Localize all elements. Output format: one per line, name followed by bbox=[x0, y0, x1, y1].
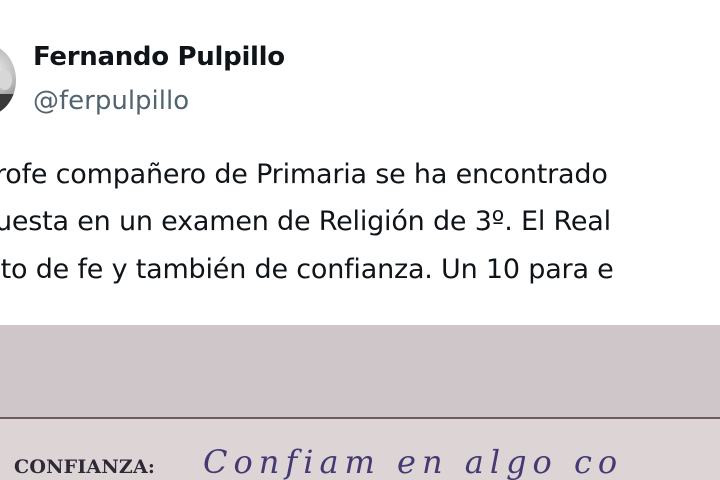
tweet-card: Fernando Pulpillo @ferpulpillo profe com… bbox=[0, 0, 720, 480]
avatar-face bbox=[0, 70, 12, 90]
tweet-text: profe compañero de Primaria se ha encont… bbox=[0, 153, 720, 313]
tweet-text-line: profe compañero de Primaria se ha encont… bbox=[0, 159, 608, 190]
avatar-shade bbox=[0, 94, 16, 116]
tweet-text-line: cto de fe y también de confianza. Un 10 … bbox=[0, 254, 614, 285]
exam-printed-label: CONFIANZA: bbox=[14, 456, 156, 478]
avatar[interactable] bbox=[0, 44, 16, 116]
author-handle[interactable]: @ferpulpillo bbox=[33, 86, 189, 116]
tweet-header: Fernando Pulpillo @ferpulpillo bbox=[0, 0, 720, 140]
author-display-name[interactable]: Fernando Pulpillo bbox=[33, 42, 285, 72]
attached-photo[interactable]: CONFIANZA: Confiam en algo co bbox=[0, 325, 720, 480]
tweet-text-line: puesta en un examen de Religión de 3º. E… bbox=[0, 206, 611, 237]
handwritten-answer: Confiam en algo co bbox=[203, 443, 624, 480]
